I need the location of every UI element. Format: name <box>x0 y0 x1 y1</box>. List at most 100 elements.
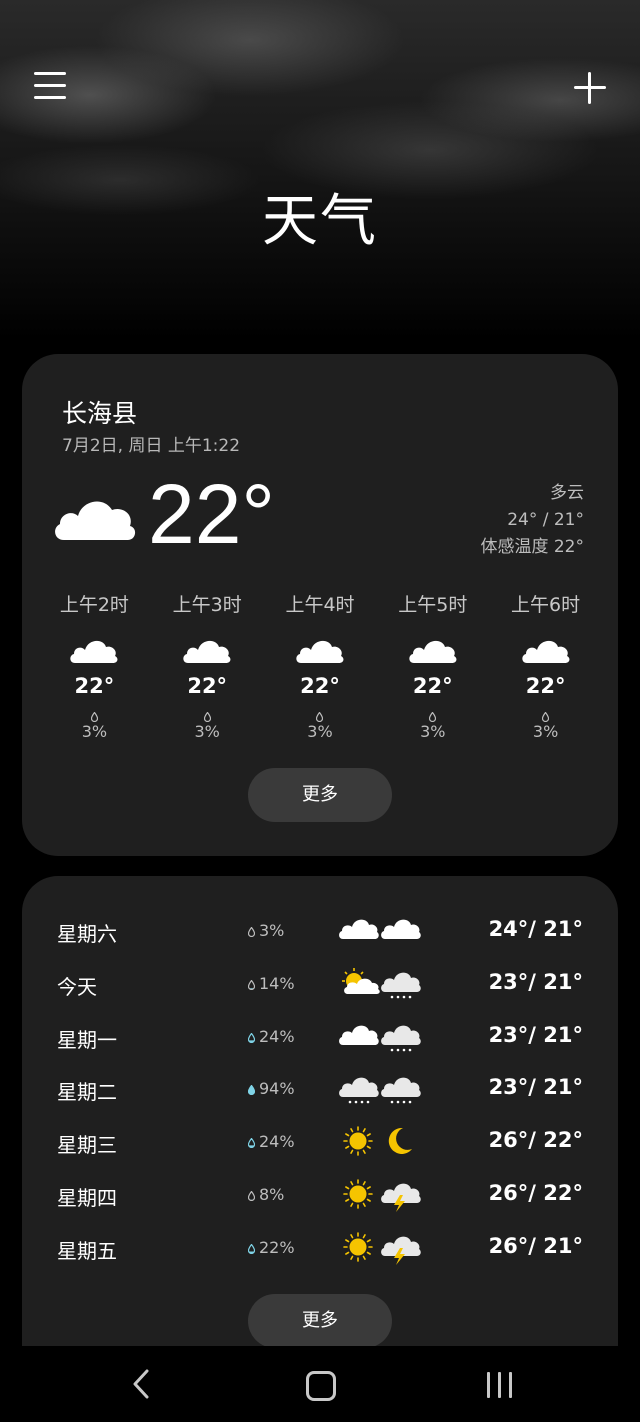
partly-cloudy-icon <box>342 967 380 994</box>
hour-label: 上午3时 <box>172 594 242 616</box>
home-icon[interactable] <box>306 1371 336 1401</box>
hour-precipitation: 3% <box>264 712 377 741</box>
hourly-item: 上午6时 22° 3% <box>489 590 602 741</box>
rain-cloud-icon <box>339 1077 379 1104</box>
raindrop-icon <box>248 1138 255 1149</box>
day-temp-range: 23°/ 21° <box>488 1075 583 1100</box>
raindrop-icon <box>90 712 98 722</box>
day-name: 今天 <box>57 974 97 999</box>
system-navigation-bar <box>0 1346 640 1422</box>
feels-like-temp: 体感温度 22° <box>480 537 584 557</box>
current-temperature: 22° <box>148 467 276 561</box>
sun-icon <box>343 1126 373 1156</box>
raindrop-icon <box>248 927 255 937</box>
day-temp-range: 23°/ 21° <box>488 1022 583 1047</box>
day-precipitation: 24% <box>248 1132 295 1151</box>
cloud-icon <box>339 919 379 939</box>
raindrop-icon <box>542 712 550 722</box>
daily-row[interactable]: 星期五 22% 26°/ 21° <box>22 1223 618 1275</box>
day-name: 星期五 <box>57 1238 117 1263</box>
hour-precipitation: 3% <box>489 712 602 741</box>
hour-precipitation: 3% <box>376 712 489 741</box>
hourly-item: 上午2时 22° 3% <box>38 590 151 741</box>
day-temp-range: 24°/ 21° <box>488 917 583 941</box>
raindrop-icon <box>248 1243 255 1254</box>
raindrop-icon <box>429 712 437 722</box>
raindrop-icon <box>248 1085 255 1096</box>
condition-summary: 多云 24° / 21° 体感温度 22° <box>480 480 584 561</box>
day-precipitation: 94% <box>248 1079 295 1098</box>
daily-row[interactable]: 星期四 8% 26°/ 22° <box>22 1170 618 1222</box>
back-chevron-icon[interactable] <box>130 1368 152 1400</box>
day-name: 星期二 <box>57 1080 117 1105</box>
thunderstorm-icon <box>381 1183 421 1212</box>
day-temp-range: 26°/ 22° <box>488 1128 583 1153</box>
rain-cloud-icon <box>381 1077 421 1104</box>
hour-label: 上午4时 <box>285 594 355 616</box>
page-title: 天气 <box>262 189 378 254</box>
cloud-icon <box>339 1025 379 1045</box>
cloud-icon <box>521 640 570 663</box>
day-temp-range: 26°/ 21° <box>488 1233 583 1258</box>
rain-cloud-icon <box>381 972 421 999</box>
hourly-more-button[interactable]: 更多 <box>248 768 392 822</box>
hour-temperature: 22° <box>300 674 340 698</box>
high-low-temp: 24° / 21° <box>507 510 584 530</box>
hamburger-menu-icon[interactable] <box>34 72 66 102</box>
daily-row[interactable]: 星期六 3% 24°/ 21° <box>22 906 618 958</box>
cloud-icon <box>55 501 136 540</box>
raindrop-icon <box>248 1191 255 1201</box>
recent-apps-icon[interactable] <box>484 1372 516 1398</box>
raindrop-icon <box>248 979 255 990</box>
daily-row[interactable]: 今天 14% 23°/ 21° <box>22 959 618 1011</box>
day-precipitation: 3% <box>248 921 284 940</box>
hourly-item: 上午5时 22° 3% <box>376 590 489 741</box>
raindrop-icon <box>316 712 324 722</box>
hour-precipitation: 3% <box>151 712 264 741</box>
sky-background <box>0 0 640 340</box>
cloud-icon <box>409 640 457 663</box>
cloud-icon <box>70 640 118 663</box>
day-temp-range: 23°/ 21° <box>488 969 583 994</box>
hour-precipitation: 3% <box>38 712 151 741</box>
daily-row[interactable]: 星期一 24% 23°/ 21° <box>22 1012 618 1064</box>
current-weather-card[interactable]: 长海县 7月2日, 周日 上午1:22 22° 多云 24° / 21° 体感温… <box>22 354 618 856</box>
hourly-item: 上午4时 22° 3% <box>264 590 377 741</box>
day-precipitation: 24% <box>248 1027 295 1046</box>
location-name: 长海县 <box>62 399 138 428</box>
thunderstorm-icon <box>381 1236 421 1265</box>
daily-row[interactable]: 星期二 94% 23°/ 21° <box>22 1064 618 1116</box>
daily-row[interactable]: 星期三 24% 26°/ 22° <box>22 1117 618 1169</box>
raindrop-icon <box>203 712 211 722</box>
day-precipitation: 8% <box>248 1185 284 1204</box>
condition-text: 多云 <box>550 483 584 503</box>
day-name: 星期六 <box>57 922 117 946</box>
plus-icon[interactable] <box>572 70 608 106</box>
cloud-icon <box>296 640 344 663</box>
cloud-icon <box>183 640 231 663</box>
hour-label: 上午5时 <box>398 594 468 616</box>
hour-label: 上午6时 <box>511 594 581 616</box>
hour-temperature: 22° <box>187 674 228 698</box>
sun-icon <box>343 1231 373 1262</box>
hourly-forecast: 上午2时 22° 3% 上午3时 22° 3% 上午4时 22° 3% 上午5时… <box>38 590 602 741</box>
hour-temperature: 22° <box>74 674 115 698</box>
rain-cloud-icon <box>381 1025 421 1051</box>
day-precipitation: 22% <box>248 1238 295 1257</box>
day-temp-range: 26°/ 22° <box>488 1181 583 1205</box>
current-datetime: 7月2日, 周日 上午1:22 <box>62 436 241 456</box>
hour-temperature: 22° <box>525 674 566 698</box>
hourly-item: 上午3时 22° 3% <box>151 590 264 741</box>
moon-icon <box>388 1128 412 1155</box>
hour-label: 上午2时 <box>59 594 129 616</box>
hour-temperature: 22° <box>412 674 453 698</box>
daily-forecast-card: 星期六 3% 24°/ 21° 今天 14% 23°/ 21° 星期一 24% 23°/ 21°… <box>22 876 618 1366</box>
raindrop-icon <box>248 1032 255 1043</box>
cloud-icon <box>381 919 421 939</box>
day-name: 星期一 <box>57 1027 117 1052</box>
daily-more-button[interactable]: 更多 <box>248 1294 392 1348</box>
day-name: 星期三 <box>57 1133 117 1158</box>
day-precipitation: 14% <box>248 974 295 993</box>
sun-icon <box>343 1179 373 1209</box>
day-name: 星期四 <box>57 1186 117 1210</box>
